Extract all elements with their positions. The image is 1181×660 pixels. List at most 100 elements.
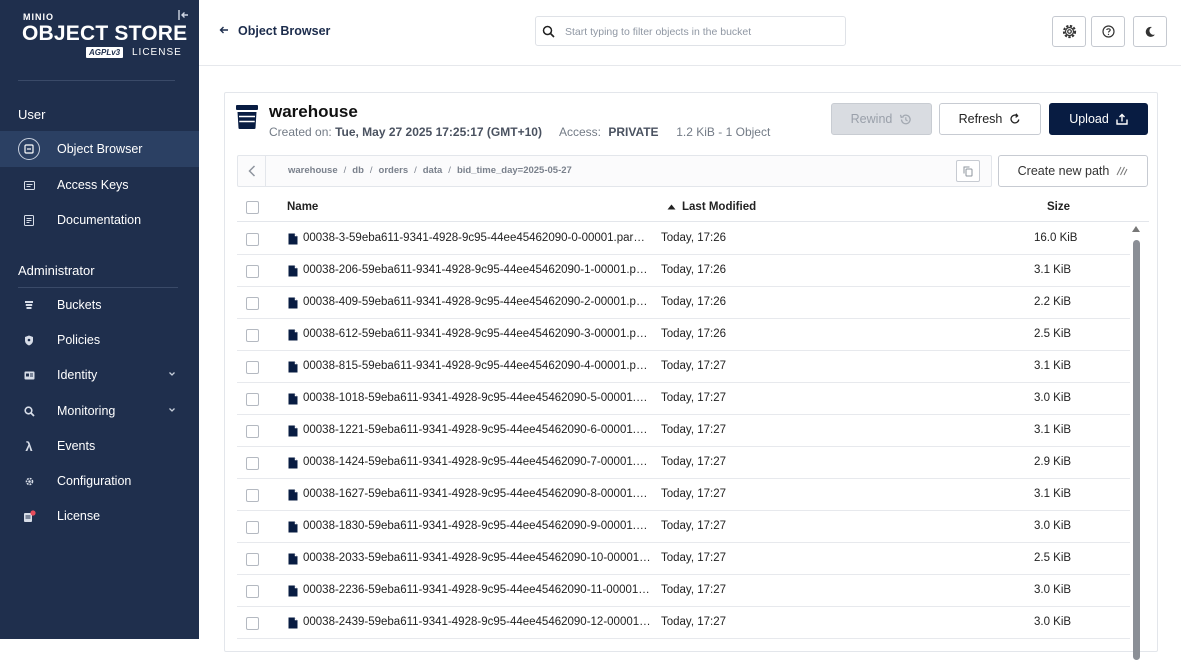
object-name[interactable]: 00038-1830-59eba611-9341-4928-9c95-44ee4… bbox=[303, 520, 651, 532]
chevron-down-icon[interactable] bbox=[166, 369, 178, 381]
sidebar-item-object-browser[interactable]: Object Browser bbox=[0, 131, 199, 167]
column-last-modified-label: Last Modified bbox=[682, 201, 757, 213]
chevron-left-icon bbox=[247, 165, 255, 177]
object-size: 3.0 KiB bbox=[1034, 616, 1072, 628]
breadcrumb-segment[interactable]: data bbox=[423, 165, 443, 176]
breadcrumb-segment[interactable]: orders bbox=[379, 165, 409, 176]
breadcrumb-segment[interactable]: db bbox=[352, 165, 364, 176]
row-checkbox[interactable] bbox=[246, 585, 259, 598]
table-row[interactable]: 00038-409-59eba611-9341-4928-9c95-44ee45… bbox=[237, 287, 1130, 319]
id-card-icon bbox=[20, 366, 38, 384]
rewind-label: Rewind bbox=[850, 112, 893, 126]
table-row[interactable]: 00038-3-59eba611-9341-4928-9c95-44ee4546… bbox=[237, 223, 1130, 255]
sidebar-item-monitoring[interactable]: Monitoring bbox=[0, 393, 199, 429]
search-input[interactable] bbox=[563, 22, 841, 42]
upload-button[interactable]: Upload bbox=[1049, 103, 1148, 135]
object-name[interactable]: 00038-1221-59eba611-9341-4928-9c95-44ee4… bbox=[303, 424, 651, 436]
object-name[interactable]: 00038-1424-59eba611-9341-4928-9c95-44ee4… bbox=[303, 456, 651, 468]
bucket-panel: warehouse Created on: Tue, May 27 2025 1… bbox=[224, 92, 1158, 660]
object-name[interactable]: 00038-2236-59eba611-9341-4928-9c95-44ee4… bbox=[303, 584, 651, 596]
refresh-button[interactable]: Refresh bbox=[939, 103, 1041, 135]
object-size: 3.0 KiB bbox=[1034, 392, 1072, 404]
table-row[interactable]: 00038-612-59eba611-9341-4928-9c95-44ee45… bbox=[237, 319, 1130, 351]
table-row[interactable]: 00038-1424-59eba611-9341-4928-9c95-44ee4… bbox=[237, 447, 1130, 479]
rewind-button[interactable]: Rewind bbox=[831, 103, 932, 135]
object-name[interactable]: 00038-1627-59eba611-9341-4928-9c95-44ee4… bbox=[303, 488, 651, 500]
file-icon bbox=[288, 521, 298, 533]
table-row[interactable]: 00038-1830-59eba611-9341-4928-9c95-44ee4… bbox=[237, 511, 1130, 543]
sidebar-item-events[interactable]: λ Events bbox=[0, 428, 199, 464]
copy-path-button[interactable] bbox=[956, 160, 980, 182]
sidebar-item-policies[interactable]: Policies bbox=[0, 322, 199, 358]
file-icon bbox=[288, 393, 298, 405]
create-path-label: Create new path bbox=[1017, 164, 1110, 178]
sidebar-item-identity[interactable]: Identity bbox=[0, 357, 199, 393]
sidebar-item-access-keys[interactable]: Access Keys bbox=[0, 167, 199, 203]
object-name[interactable]: 00038-612-59eba611-9341-4928-9c95-44ee45… bbox=[303, 328, 651, 340]
keys-icon bbox=[20, 176, 38, 194]
column-size-header[interactable]: Size bbox=[1047, 201, 1070, 213]
column-name-header[interactable]: Name bbox=[287, 201, 318, 213]
help-button[interactable] bbox=[1091, 16, 1125, 47]
row-checkbox[interactable] bbox=[246, 425, 259, 438]
file-icon bbox=[288, 361, 298, 373]
back-to-object-browser-link[interactable]: Object Browser bbox=[219, 24, 330, 38]
object-size: 2.5 KiB bbox=[1034, 328, 1072, 340]
object-name[interactable]: 00038-409-59eba611-9341-4928-9c95-44ee45… bbox=[303, 296, 651, 308]
table-row[interactable]: 00038-2033-59eba611-9341-4928-9c95-44ee4… bbox=[237, 543, 1130, 575]
breadcrumb-segment[interactable]: bid_time_day=2025-05-27 bbox=[457, 165, 572, 176]
table-row[interactable]: 00038-2439-59eba611-9341-4928-9c95-44ee4… bbox=[237, 607, 1130, 639]
table-row[interactable]: 00038-815-59eba611-9341-4928-9c95-44ee45… bbox=[237, 351, 1130, 383]
object-size: 3.1 KiB bbox=[1034, 424, 1072, 436]
scrollbar[interactable] bbox=[1131, 224, 1141, 660]
dark-mode-toggle[interactable] bbox=[1133, 16, 1167, 47]
row-checkbox[interactable] bbox=[246, 361, 259, 374]
table-row[interactable]: 00038-1221-59eba611-9341-4928-9c95-44ee4… bbox=[237, 415, 1130, 447]
minio-logo[interactable]: MINIO OBJECT STORE AGPLv3 LICENSE bbox=[22, 12, 187, 62]
sidebar-item-configuration[interactable]: Configuration bbox=[0, 463, 199, 499]
object-name[interactable]: 00038-1018-59eba611-9341-4928-9c95-44ee4… bbox=[303, 392, 651, 404]
create-new-path-button[interactable]: Create new path bbox=[998, 155, 1148, 187]
chevron-down-icon[interactable] bbox=[166, 405, 178, 417]
object-name[interactable]: 00038-3-59eba611-9341-4928-9c95-44ee4546… bbox=[303, 232, 651, 244]
object-name[interactable]: 00038-206-59eba611-9341-4928-9c95-44ee45… bbox=[303, 264, 651, 276]
object-last-modified: Today, 17:27 bbox=[661, 552, 727, 564]
object-name[interactable]: 00038-2033-59eba611-9341-4928-9c95-44ee4… bbox=[303, 552, 651, 564]
object-name[interactable]: 00038-2439-59eba611-9341-4928-9c95-44ee4… bbox=[303, 616, 651, 628]
scrollbar-thumb[interactable] bbox=[1133, 240, 1140, 660]
file-icon bbox=[288, 617, 298, 629]
sidebar-item-license[interactable]: License bbox=[0, 498, 199, 534]
logo-divider bbox=[18, 80, 175, 81]
sidebar-item-buckets[interactable]: Buckets bbox=[0, 287, 199, 323]
moon-icon bbox=[1145, 26, 1155, 37]
row-checkbox[interactable] bbox=[246, 297, 259, 310]
row-checkbox[interactable] bbox=[246, 329, 259, 342]
scroll-up-arrow-icon[interactable] bbox=[1132, 226, 1140, 232]
row-checkbox[interactable] bbox=[246, 265, 259, 278]
row-checkbox[interactable] bbox=[246, 233, 259, 246]
column-last-modified-header[interactable]: Last Modified bbox=[667, 201, 756, 213]
breadcrumb-segment[interactable]: warehouse bbox=[288, 165, 338, 176]
breadcrumb-path: warehouse / db / orders / data / bid_time_day=20… bbox=[288, 165, 572, 176]
sidebar-item-label: Identity bbox=[57, 368, 98, 382]
object-last-modified: Today, 17:27 bbox=[661, 488, 727, 500]
row-checkbox[interactable] bbox=[246, 393, 259, 406]
breadcrumb-back-button[interactable] bbox=[238, 156, 266, 186]
row-checkbox[interactable] bbox=[246, 489, 259, 502]
table-row[interactable]: 00038-2236-59eba611-9341-4928-9c95-44ee4… bbox=[237, 575, 1130, 607]
object-last-modified: Today, 17:27 bbox=[661, 584, 727, 596]
row-checkbox[interactable] bbox=[246, 553, 259, 566]
access-label: Access: bbox=[558, 125, 601, 139]
row-checkbox[interactable] bbox=[246, 617, 259, 630]
sidebar-item-documentation[interactable]: Documentation bbox=[0, 202, 199, 238]
table-row[interactable]: 00038-206-59eba611-9341-4928-9c95-44ee45… bbox=[237, 255, 1130, 287]
settings-button[interactable] bbox=[1052, 16, 1086, 47]
object-filter-search[interactable] bbox=[535, 16, 846, 46]
table-row[interactable]: 00038-1018-59eba611-9341-4928-9c95-44ee4… bbox=[237, 383, 1130, 415]
table-row[interactable]: 00038-1627-59eba611-9341-4928-9c95-44ee4… bbox=[237, 479, 1130, 511]
file-icon bbox=[288, 233, 298, 245]
row-checkbox[interactable] bbox=[246, 521, 259, 534]
select-all-checkbox[interactable] bbox=[246, 201, 259, 214]
row-checkbox[interactable] bbox=[246, 457, 259, 470]
object-name[interactable]: 00038-815-59eba611-9341-4928-9c95-44ee45… bbox=[303, 360, 651, 372]
